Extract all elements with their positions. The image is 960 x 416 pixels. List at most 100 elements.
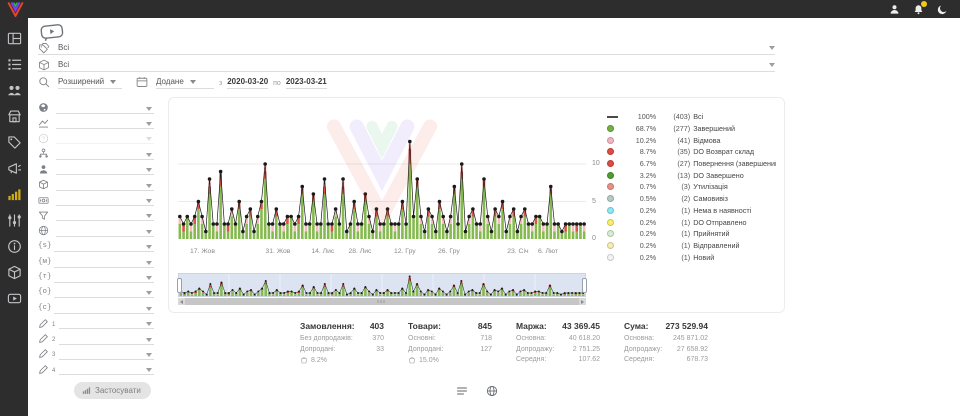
legend-item[interactable]: 0.5% (2) Самовивіз xyxy=(607,193,776,205)
sitemap-icon xyxy=(38,148,49,159)
filter-dropdown-help[interactable] xyxy=(38,131,154,146)
filter-row-tags[interactable]: Всі xyxy=(38,41,775,55)
brush-handle-right[interactable] xyxy=(582,278,587,293)
scroll-left-arrow[interactable] xyxy=(180,300,183,304)
summary-stats: Замовлення:403 Без допродажів:370Допрода… xyxy=(300,321,708,366)
notifications-bell-icon[interactable] xyxy=(913,4,924,15)
y-tick-label: 5 xyxy=(592,198,596,205)
stat-subrow: Основні:718 xyxy=(408,334,492,345)
stat-subrow: Допродажу:2 751.25 xyxy=(516,345,600,356)
braces-icon: {м} xyxy=(38,258,49,266)
chevron-down-icon xyxy=(146,137,152,141)
app-logo-icon[interactable] xyxy=(7,2,24,17)
filter-row-products[interactable]: Всі xyxy=(38,58,775,72)
legend-item[interactable]: 0.7% (3) Утилізація xyxy=(607,181,776,193)
date-from-input[interactable]: 2020-03-20 xyxy=(227,77,268,89)
products-filter-value: Всі xyxy=(58,60,69,69)
filter-dropdown-web[interactable] xyxy=(38,223,154,238)
legend-item[interactable]: 3.2% (13) DO Завершено xyxy=(607,169,776,181)
sidebar-item-apps-icon[interactable] xyxy=(7,265,22,280)
search-row: Розширений Додане з 2020-03-20 по 2023-0… xyxy=(38,74,327,89)
bag-icon xyxy=(408,356,416,364)
calendar-icon[interactable] xyxy=(136,76,148,88)
filter-dropdown-funnel[interactable] xyxy=(38,208,154,223)
chevron-down-icon xyxy=(146,291,152,295)
chevron-down-icon xyxy=(190,80,196,84)
chevron-down-icon xyxy=(146,261,152,265)
filter-dropdown-person[interactable] xyxy=(38,162,154,177)
legend-item[interactable]: 10.2% (41) Відмова xyxy=(607,134,776,146)
globe-view-icon[interactable] xyxy=(486,385,498,397)
filter-dropdown-globe[interactable] xyxy=(38,100,154,115)
x-tick-label: 14. Лис xyxy=(311,248,334,255)
filter-column: {s} {м} {т}{о}{с}1234 xyxy=(38,100,154,377)
filter-dropdown-trend[interactable] xyxy=(38,115,154,130)
search-mode-select[interactable]: Розширений xyxy=(58,77,122,89)
date-field-select[interactable]: Додане xyxy=(156,77,214,89)
legend-item[interactable]: 0.2% (1) Новий xyxy=(607,251,776,263)
chevron-down-icon xyxy=(769,63,775,67)
filter-dropdown-braces-{м}[interactable]: {м} xyxy=(38,254,154,269)
legend-dot-marker xyxy=(607,219,614,226)
legend-item[interactable]: 0.2% (1) Відправлений xyxy=(607,240,776,252)
search-icon[interactable] xyxy=(38,76,50,88)
sidebar-item-sales-tag-icon[interactable] xyxy=(7,135,22,150)
x-tick-label: 6. Лют xyxy=(538,248,558,255)
scrollbar-thumb[interactable] xyxy=(185,298,579,305)
filter-dropdown-pencil-4[interactable]: 4 xyxy=(38,362,154,377)
legend-dot-marker xyxy=(607,172,614,179)
package-icon xyxy=(38,179,49,190)
theme-moon-icon[interactable] xyxy=(937,4,948,15)
date-to-input[interactable]: 2023-03-21 xyxy=(286,77,327,89)
y-tick-label: 10 xyxy=(592,160,600,167)
filter-dropdown-braces-{с}[interactable]: {с} xyxy=(38,300,154,315)
filter-dropdown-pencil-3[interactable]: 3 xyxy=(38,346,154,361)
sidebar-item-dashboard-icon[interactable] xyxy=(7,31,22,46)
stat-subrow: Допродані:127 xyxy=(408,345,492,356)
brush-area xyxy=(178,273,586,305)
filter-dropdown-braces-{о}[interactable]: {о} xyxy=(38,285,154,300)
legend-item[interactable]: 68.7% (277) Завершений xyxy=(607,123,776,135)
filter-dropdown-braces-{s}[interactable]: {s} xyxy=(38,239,154,254)
sidebar-item-customers-icon[interactable] xyxy=(7,83,22,98)
legend-item[interactable]: 0.2% (1) Нема в наявності xyxy=(607,205,776,217)
legend-item[interactable]: 6.7% (27) Повернення (завершений) xyxy=(607,158,776,170)
channel-icon[interactable] xyxy=(39,23,65,42)
filter-dropdown-pencil-1[interactable]: 1 xyxy=(38,315,154,330)
brush-handle-left[interactable] xyxy=(177,278,182,293)
legend-dot-marker xyxy=(607,183,614,190)
filter-dropdown-package[interactable] xyxy=(38,177,154,192)
legend-item[interactable]: 0.2% (1) DO Отправлено xyxy=(607,216,776,228)
legend-dot-marker xyxy=(607,137,614,144)
horizontal-scrollbar[interactable] xyxy=(178,298,586,305)
sidebar-item-marketing-icon[interactable] xyxy=(7,161,22,176)
sidebar-item-video-icon[interactable] xyxy=(7,291,22,306)
list-view-icon[interactable] xyxy=(456,385,468,397)
legend-item[interactable]: 0.2% (1) Прийнятий xyxy=(607,228,776,240)
sidebar-item-settings-icon[interactable] xyxy=(7,213,22,228)
stat-subrow: Основна:245 871.02 xyxy=(624,334,708,345)
pencil-icon xyxy=(38,348,49,359)
legend-dot-marker xyxy=(607,160,614,167)
legend-dot-marker xyxy=(607,125,614,132)
apply-button[interactable]: Застосувати xyxy=(74,382,151,399)
y-tick-label: 0 xyxy=(592,235,596,242)
stat-subrow: Середня:678.73 xyxy=(624,355,708,366)
brush-chart[interactable] xyxy=(178,273,586,297)
user-icon[interactable] xyxy=(889,4,900,15)
main-chart[interactable]: 17. Жов31. Жов14. Лис28. Лис12. Гру26. Г… xyxy=(178,106,586,264)
sidebar-item-info-icon[interactable] xyxy=(7,239,22,254)
legend-item[interactable]: 8.7% (35) DO Возврат склад xyxy=(607,146,776,158)
legend-item[interactable]: 100% (403) Всі xyxy=(607,111,776,123)
sidebar-item-orders-icon[interactable] xyxy=(7,57,22,72)
filter-dropdown-banknote[interactable] xyxy=(38,192,154,207)
filter-dropdown-pencil-2[interactable]: 2 xyxy=(38,331,154,346)
upsell-share: 8.2% xyxy=(300,356,384,364)
filter-dropdown-braces-{т}[interactable]: {т} xyxy=(38,269,154,284)
upsell-share: 15.0% xyxy=(408,356,492,364)
main-chart-svg[interactable] xyxy=(178,106,586,246)
sidebar-item-store-icon[interactable] xyxy=(7,109,22,124)
scroll-right-arrow[interactable] xyxy=(581,300,584,304)
filter-dropdown-sitemap[interactable] xyxy=(38,146,154,161)
sidebar-item-analytics-icon[interactable] xyxy=(7,187,22,202)
